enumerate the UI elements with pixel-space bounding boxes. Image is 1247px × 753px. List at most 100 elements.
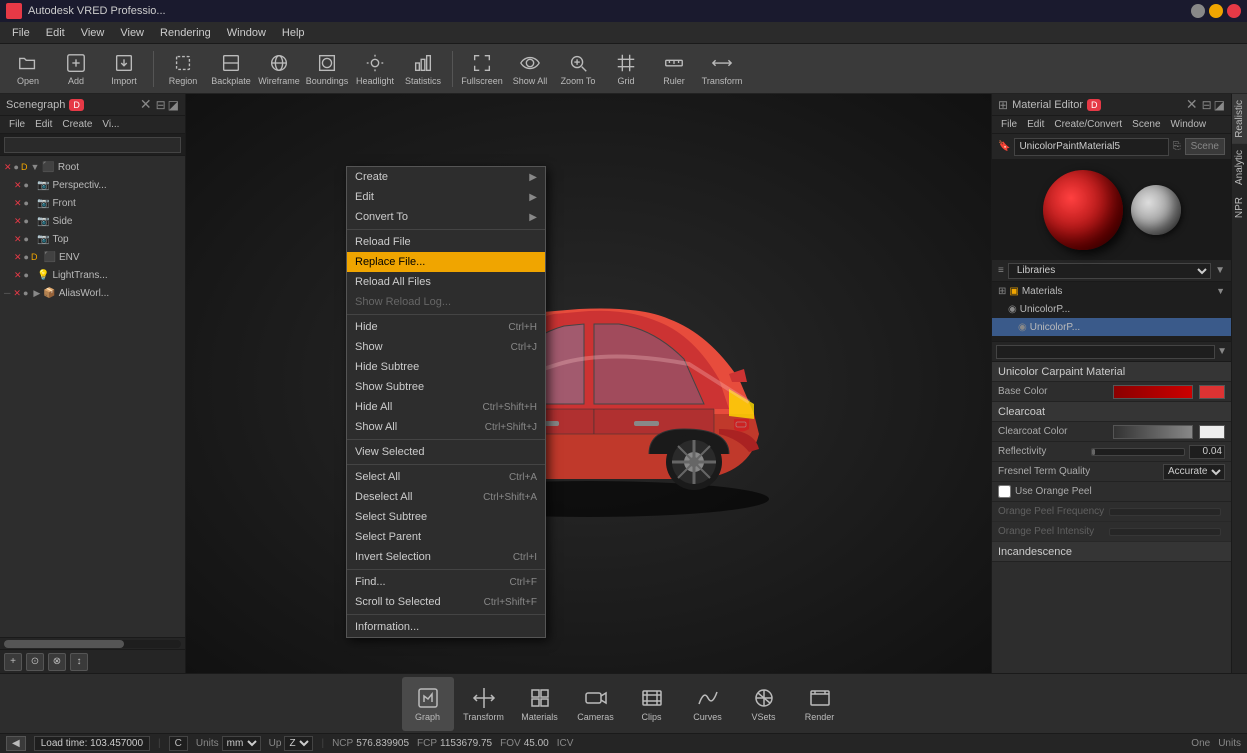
mat-section-carpaint[interactable]: Unicolor Carpaint Material xyxy=(992,362,1231,382)
vp-cameras-button[interactable]: Cameras xyxy=(570,677,622,731)
mat-menu-scene[interactable]: Scene xyxy=(1127,118,1165,131)
mat-menu-edit[interactable]: Edit xyxy=(1022,118,1049,131)
sg-menu-create[interactable]: Create xyxy=(57,118,97,131)
mat-link-icon[interactable]: ⎘ xyxy=(1173,141,1181,152)
material-name-input[interactable] xyxy=(1014,138,1168,156)
menu-rendering[interactable]: Rendering xyxy=(152,25,219,41)
mat-section-clearcoat[interactable]: Clearcoat xyxy=(992,402,1231,422)
mat-lib-filter-icon[interactable]: ▼ xyxy=(1215,265,1225,276)
cm-select-parent[interactable]: Select Parent xyxy=(347,527,545,547)
toolbar-zoom-to-button[interactable]: Zoom To xyxy=(556,47,600,91)
vp-vsets-button[interactable]: VSets xyxy=(738,677,790,731)
toolbar-backplate-button[interactable]: Backplate xyxy=(209,47,253,91)
cm-edit[interactable]: Edit ▶ xyxy=(347,187,545,207)
mat-base-color-gradient[interactable] xyxy=(1113,385,1193,399)
mat-clearcoat-color-gradient[interactable] xyxy=(1113,425,1193,439)
tree-node-lighttrans[interactable]: ✕ ● 💡 LightTrans... xyxy=(0,266,185,284)
mat-reflectivity-slider[interactable] xyxy=(1091,448,1186,456)
toolbar-wireframe-button[interactable]: Wireframe xyxy=(257,47,301,91)
cm-select-subtree[interactable]: Select Subtree xyxy=(347,507,545,527)
tab-realistic[interactable]: Realistic xyxy=(1232,94,1247,144)
mat-section-incandescence[interactable]: Incandescence xyxy=(992,542,1231,562)
mat-pin-icon[interactable]: ◪ xyxy=(1214,98,1225,112)
scenegraph-scrollbar[interactable] xyxy=(0,637,185,649)
cm-deselect-all[interactable]: Deselect All Ctrl+Shift+A xyxy=(347,487,545,507)
vp-materials-button[interactable]: Materials xyxy=(514,677,566,731)
cm-reload-file[interactable]: Reload File xyxy=(347,232,545,252)
menu-view[interactable]: View xyxy=(73,25,113,41)
mat-fresnel-dropdown[interactable]: Accurate Fast xyxy=(1163,464,1225,480)
cm-show-subtree[interactable]: Show Subtree xyxy=(347,377,545,397)
cm-hide[interactable]: Hide Ctrl+H xyxy=(347,317,545,337)
tree-node-side[interactable]: ✕ ● 📷 Side xyxy=(0,212,185,230)
cm-show[interactable]: Show Ctrl+J xyxy=(347,337,545,357)
mat-base-color-swatch[interactable] xyxy=(1199,385,1225,399)
cm-show-all[interactable]: Show All Ctrl+Shift+J xyxy=(347,417,545,437)
vp-clips-button[interactable]: Clips xyxy=(626,677,678,731)
cm-convert-to[interactable]: Convert To ▶ xyxy=(347,207,545,227)
cm-scroll-to-selected[interactable]: Scroll to Selected Ctrl+Shift+F xyxy=(347,592,545,612)
mat-search-filter-icon[interactable]: ▼ xyxy=(1217,346,1227,357)
toolbar-add-button[interactable]: Add xyxy=(54,47,98,91)
toolbar-boundings-button[interactable]: Boundings xyxy=(305,47,349,91)
maximize-button[interactable] xyxy=(1209,4,1223,18)
mat-detach-icon[interactable]: ⊟ xyxy=(1202,98,1212,112)
mat-reflectivity-value[interactable] xyxy=(1189,445,1225,459)
scenegraph-close-icon[interactable]: ✕ xyxy=(140,96,152,113)
tree-node-front[interactable]: ✕ ● 📷 Front xyxy=(0,194,185,212)
toolbar-show-all-button[interactable]: Show All xyxy=(508,47,552,91)
mat-menu-create-convert[interactable]: Create/Convert xyxy=(1049,118,1127,131)
cm-view-selected[interactable]: View Selected xyxy=(347,442,545,462)
cm-create[interactable]: Create ▶ xyxy=(347,167,545,187)
vp-graph-button[interactable]: Graph xyxy=(402,677,454,731)
sg-menu-vi[interactable]: Vi... xyxy=(97,118,124,131)
menu-file[interactable]: File xyxy=(4,25,38,41)
sg-menu-file[interactable]: File xyxy=(4,118,30,131)
menu-edit[interactable]: Edit xyxy=(38,25,73,41)
menu-help[interactable]: Help xyxy=(274,25,313,41)
toolbar-import-button[interactable]: Import xyxy=(102,47,146,91)
tree-node-perspective[interactable]: ✕ ● 📷 Perspectiv... xyxy=(0,176,185,194)
sg-arrow-button[interactable]: ↕ xyxy=(70,653,88,671)
tree-node-top[interactable]: ✕ ● 📷 Top xyxy=(0,230,185,248)
mat-clearcoat-color-swatch[interactable] xyxy=(1199,425,1225,439)
tab-npr[interactable]: NPR xyxy=(1232,191,1247,224)
sg-add-button[interactable]: + xyxy=(4,653,22,671)
scenegraph-search-input[interactable] xyxy=(4,137,181,153)
menu-window[interactable]: Window xyxy=(219,25,274,41)
cm-reload-all-files[interactable]: Reload All Files xyxy=(347,272,545,292)
material-library-select[interactable]: Libraries xyxy=(1008,263,1211,279)
toolbar-open-button[interactable]: Open xyxy=(6,47,50,91)
mat-scene-button[interactable]: Scene xyxy=(1185,138,1225,155)
menu-view2[interactable]: View xyxy=(112,25,152,41)
tree-node-alias[interactable]: ─ ✕ ● ▶ 📦 AliasWorl... xyxy=(0,284,185,302)
scenegraph-detach-icon[interactable]: ⊟ xyxy=(156,98,166,112)
scenegraph-scrollbar-thumb[interactable] xyxy=(4,640,124,648)
cm-replace-file[interactable]: Replace File... xyxy=(347,252,545,272)
scenegraph-pin-icon[interactable]: ◪ xyxy=(168,98,179,112)
status-arrow-left[interactable]: ◀ xyxy=(6,736,26,751)
toolbar-grid-button[interactable]: Grid xyxy=(604,47,648,91)
mat-menu-window[interactable]: Window xyxy=(1166,118,1212,131)
toolbar-fullscreen-button[interactable]: Fullscreen xyxy=(460,47,504,91)
cm-find[interactable]: Find... Ctrl+F xyxy=(347,572,545,592)
minimize-button[interactable] xyxy=(1191,4,1205,18)
mat-close-icon[interactable]: ✕ xyxy=(1186,96,1198,113)
sg-unlink-button[interactable]: ⊗ xyxy=(48,653,66,671)
material-search-input[interactable] xyxy=(996,345,1215,359)
sg-link-button[interactable]: ⊙ xyxy=(26,653,44,671)
cm-invert-selection[interactable]: Invert Selection Ctrl+I xyxy=(347,547,545,567)
cm-hide-all[interactable]: Hide All Ctrl+Shift+H xyxy=(347,397,545,417)
mat-tree-node-materials[interactable]: ⊞ ▣ Materials ▼ xyxy=(992,282,1231,300)
viewport[interactable]: Create ▶ Edit ▶ Convert To ▶ Reload File… xyxy=(186,94,991,673)
mat-menu-file[interactable]: File xyxy=(996,118,1022,131)
toolbar-transform-button[interactable]: Transform xyxy=(700,47,744,91)
cm-information[interactable]: Information... xyxy=(347,617,545,637)
close-button[interactable] xyxy=(1227,4,1241,18)
toolbar-ruler-button[interactable]: Ruler xyxy=(652,47,696,91)
vp-curves-button[interactable]: Curves xyxy=(682,677,734,731)
tab-analytic[interactable]: Analytic xyxy=(1232,144,1247,191)
mat-orange-peel-checkbox[interactable] xyxy=(998,485,1011,498)
status-up-select[interactable]: Z Y xyxy=(284,736,313,751)
toolbar-region-button[interactable]: Region xyxy=(161,47,205,91)
